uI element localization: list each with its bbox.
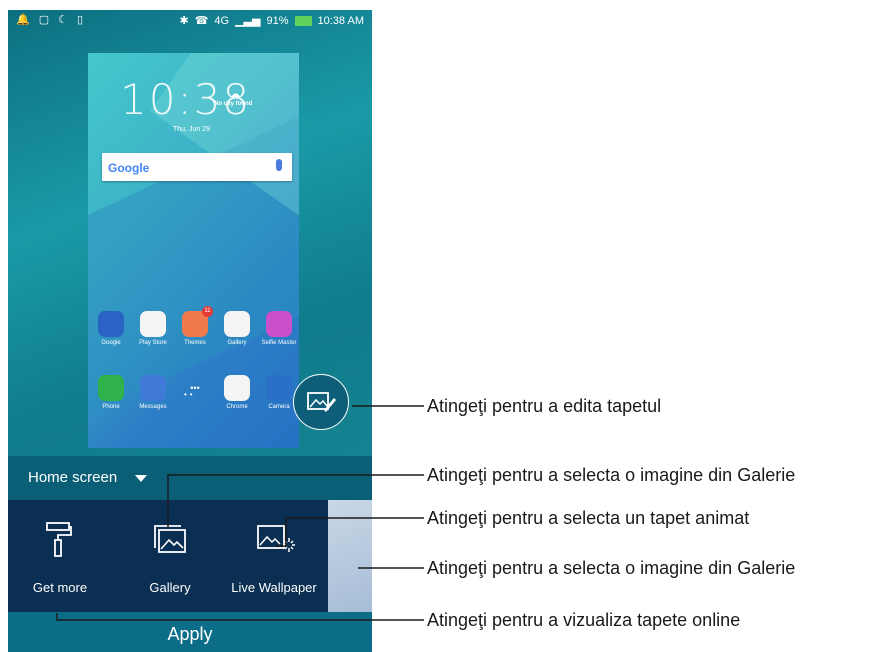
callout-gallery-thumbnail: Atingeţi pentru a selecta o imagine din …	[427, 558, 796, 578]
callout-gallery: Atingeţi pentru a selecta o imagine din …	[427, 465, 796, 485]
callout-get-more: Atingeţi pentru a vizualiza tapete onlin…	[427, 610, 741, 630]
callout-lines	[56, 405, 424, 621]
callout-live-wallpaper: Atingeţi pentru a selecta un tapet anima…	[427, 508, 750, 528]
callout-edit-wallpaper: Atingeţi pentru a edita tapetul	[427, 396, 662, 416]
